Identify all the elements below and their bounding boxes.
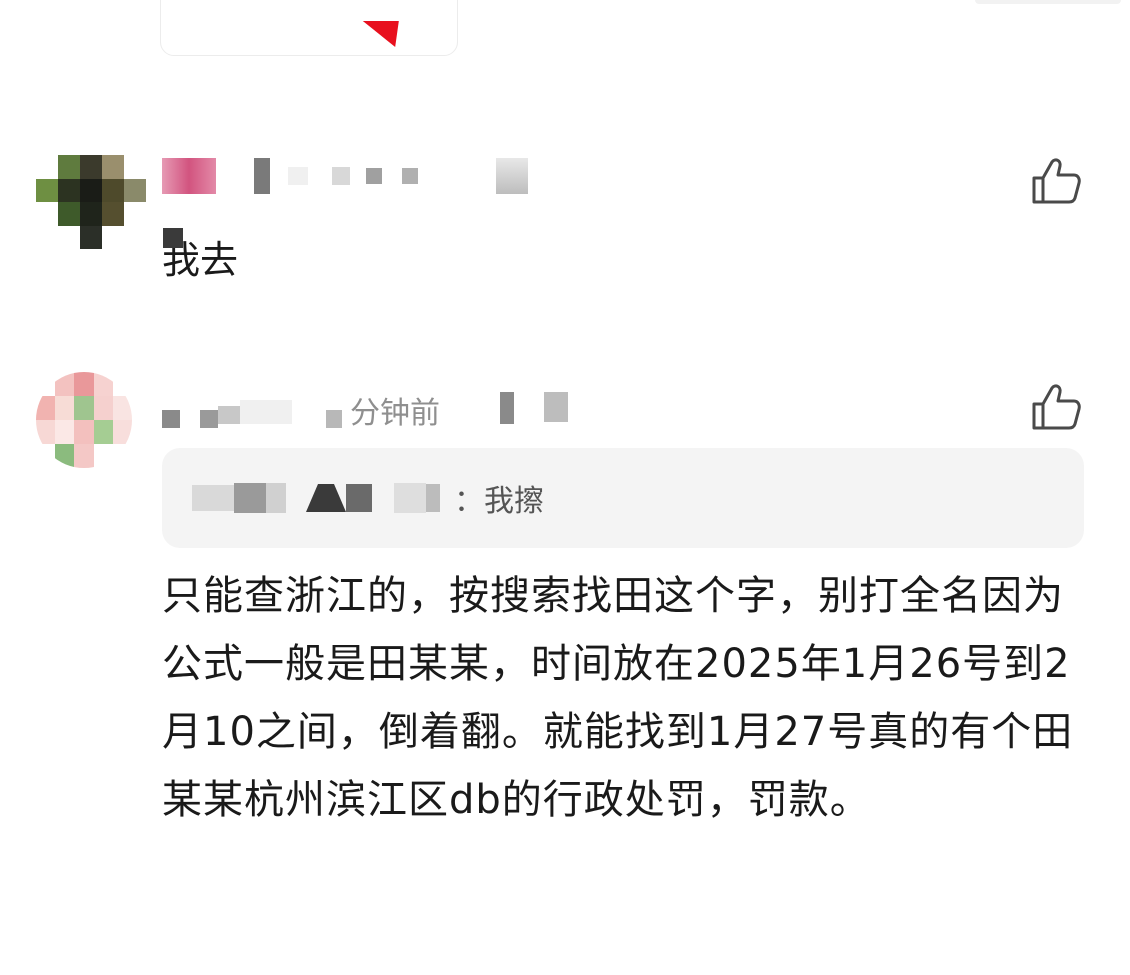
avatar[interactable] xyxy=(36,372,132,468)
username-mosaic[interactable] xyxy=(162,156,528,196)
thumbs-up-icon xyxy=(1032,158,1081,204)
avatar[interactable] xyxy=(36,155,146,249)
like-button[interactable] xyxy=(1030,156,1082,206)
like-button[interactable] xyxy=(1030,382,1082,432)
time-mosaic xyxy=(452,392,568,428)
quoted-reply[interactable]: ：我擦 xyxy=(162,448,1084,548)
red-tag-mark xyxy=(359,21,399,47)
top-right-fragment xyxy=(975,0,1121,4)
thumbs-up-icon xyxy=(1032,384,1081,430)
comment-text-mosaic xyxy=(163,228,183,248)
quote-author-mosaic xyxy=(192,483,440,513)
username-mosaic[interactable] xyxy=(162,392,342,432)
time-label: 分钟前 xyxy=(350,396,440,431)
comment-text: 只能查浙江的，按搜索找田这个字，别打全名因为公式一般是田某某，时间放在2025年… xyxy=(162,573,1074,823)
quote-text: ：我擦 xyxy=(454,484,544,519)
previous-comment-card[interactable] xyxy=(160,0,458,56)
